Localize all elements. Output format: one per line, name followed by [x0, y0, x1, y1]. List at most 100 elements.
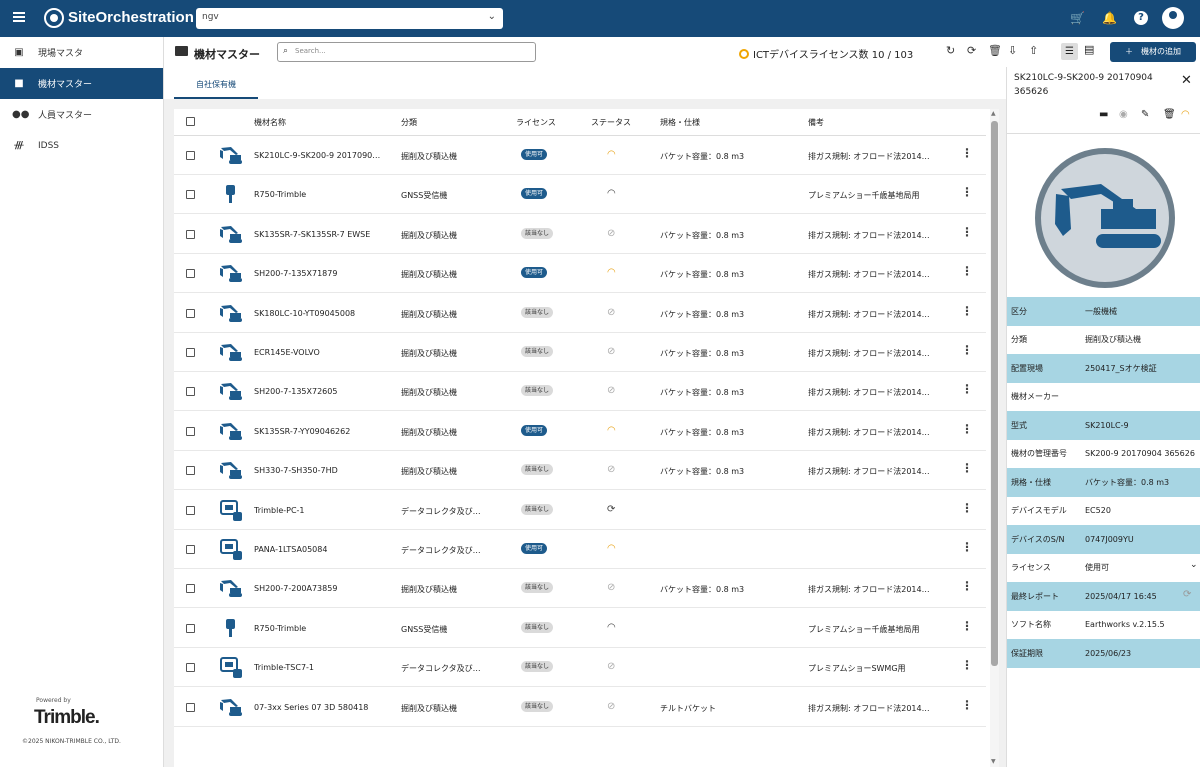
help-icon[interactable]: ? — [1134, 11, 1148, 25]
sidebar-item-sites[interactable]: ▣ 現場マスタ — [0, 37, 163, 68]
more-options-icon[interactable]: ⋮ — [961, 580, 973, 592]
row-checkbox[interactable] — [186, 663, 195, 673]
table-row[interactable]: R750-Trimble GNSS受信機 該当なし ◠ プレミアムショー千歳基地局用 ⋮ — [174, 609, 986, 648]
detail-key: 保証期限 — [1011, 648, 1043, 658]
more-options-icon[interactable]: ⋮ — [961, 305, 973, 317]
equipment-name[interactable]: ECR145E-VOLVO — [254, 348, 390, 357]
list-view-icon[interactable]: ☰ — [1061, 43, 1078, 60]
table-row[interactable]: SH200-7-200A73859 掘削及び積込機 該当なし ⊘ バケット容量：0.8 … — [174, 569, 986, 609]
row-checkbox[interactable] — [186, 584, 195, 594]
equipment-name[interactable]: SK135SR-7-YY09046262 — [254, 427, 390, 436]
row-checkbox[interactable] — [186, 505, 195, 515]
row-checkbox[interactable] — [186, 545, 195, 554]
table-row[interactable]: SK135SR-7-YY09046262 掘削及び積込機 使用可 ◠ バケット容量：0.… — [174, 412, 986, 451]
table-row[interactable]: SK210LC-9-SK200-9 2017090… 掘削及び積込機 使用可 ◠ バケッ… — [174, 136, 986, 175]
row-checkbox[interactable] — [186, 426, 195, 436]
equipment-name[interactable]: SK180LC-10-YT09045008 — [254, 309, 390, 318]
equipment-name[interactable]: R750-Trimble — [254, 624, 390, 633]
sidebar-item-personnel[interactable]: ●● 人員マスター — [0, 99, 163, 130]
location-icon[interactable]: ◉ — [1119, 109, 1128, 120]
folder-icon[interactable]: ▬ — [1099, 109, 1108, 120]
equipment-name[interactable]: Trimble-TSC7-1 — [254, 663, 390, 672]
scroll-up-icon[interactable]: ▲ — [991, 110, 996, 117]
license-badge: 該当なし — [521, 621, 554, 633]
equipment-remark: 排ガス規制: オフロード法2014… — [808, 585, 930, 595]
equipment-name[interactable]: SH200-7-200A73859 — [254, 584, 390, 593]
sidebar-item-idss[interactable]: ᚍ IDSS — [0, 130, 163, 161]
project-select[interactable]: ngv ⌄ — [196, 8, 503, 29]
row-checkbox[interactable] — [186, 466, 195, 476]
table-row[interactable]: R750-Trimble GNSS受信機 使用可 ◠ プレミアムショー千歳基地局用 ⋮ — [174, 175, 986, 215]
more-options-icon[interactable]: ⋮ — [961, 344, 973, 356]
table-row[interactable]: ECR145E-VOLVO 掘削及び積込機 該当なし ⊘ バケット容量：0.8 m3 排ガ… — [174, 333, 986, 372]
select-all-checkbox[interactable] — [186, 117, 195, 126]
more-options-icon[interactable]: ⋮ — [961, 423, 973, 435]
row-checkbox[interactable] — [186, 702, 195, 712]
equipment-name[interactable]: R750-Trimble — [254, 190, 390, 199]
add-equipment-button[interactable]: ＋ 機材の追加 — [1110, 42, 1196, 62]
equipment-name[interactable]: 07-3xx Series 07 3D 580418 — [254, 703, 390, 712]
more-options-icon[interactable]: ⋮ — [961, 659, 973, 671]
table-row[interactable]: Trimble-TSC7-1 データコレクタ及び… 該当なし ⊘ プレミアムショーSWM… — [174, 648, 986, 688]
more-options-icon[interactable]: ⋮ — [961, 462, 973, 474]
row-checkbox[interactable] — [186, 151, 195, 160]
equipment-name[interactable]: SH200-7-135X72605 — [254, 387, 390, 396]
equipment-name[interactable]: SK210LC-9-SK200-9 2017090… — [254, 151, 390, 160]
more-options-icon[interactable]: ⋮ — [961, 502, 973, 514]
more-options-icon[interactable]: ⋮ — [961, 226, 973, 238]
more-options-icon[interactable]: ⋮ — [961, 383, 973, 395]
map-view-icon[interactable]: ▤ — [1084, 43, 1094, 56]
cart-icon[interactable]: 🛒 — [1070, 11, 1085, 25]
license-badge: 該当なし — [521, 385, 554, 397]
row-checkbox[interactable] — [186, 387, 195, 397]
table-row[interactable]: SH200-7-135X72605 掘削及び積込機 該当なし ⊘ バケット容量：0.8 … — [174, 372, 986, 412]
table-row[interactable]: Trimble-PC-1 データコレクタ及び… 該当なし ⟳ ⋮ — [174, 491, 986, 530]
sync-icon[interactable]: ⟳ — [967, 44, 976, 57]
search-input[interactable]: ⌕ Search... — [277, 42, 536, 62]
scroll-down-icon[interactable]: ▼ — [991, 758, 996, 765]
tab-owned-equipment[interactable]: 自社保有機 — [174, 75, 258, 99]
equipment-name[interactable]: SK135SR-7-SK135SR-7 EWSE — [254, 230, 390, 239]
table-row[interactable]: SH330-7-SH350-7HD 掘削及び積込機 該当なし ⊘ バケット容量：0.8 … — [174, 451, 986, 491]
refresh-icon[interactable]: ↻ — [946, 44, 955, 57]
row-checkbox[interactable] — [186, 229, 195, 239]
detail-panel: SK210LC-9-SK200-9 20170904 365626 ✕ ▬ ◉ … — [1006, 67, 1200, 767]
row-checkbox[interactable] — [186, 190, 195, 200]
equipment-name[interactable]: PANA-1LTSA05084 — [254, 545, 390, 554]
gnss-icon — [219, 618, 243, 638]
more-options-icon[interactable]: ⋮ — [961, 620, 973, 632]
table-row[interactable]: SH200-7-135X71879 掘削及び積込機 使用可 ◠ バケット容量：0.8 m… — [174, 254, 986, 294]
table-row[interactable]: PANA-1LTSA05084 データコレクタ及び… 使用可 ◠ ⋮ — [174, 530, 986, 569]
equipment-name[interactable]: SH330-7-SH350-7HD — [254, 466, 390, 475]
more-options-icon[interactable]: ⋮ — [961, 186, 973, 198]
edit-icon[interactable]: ✎ — [1141, 109, 1149, 120]
brand-name: SiteOrchestration — [68, 9, 194, 26]
equipment-name[interactable]: Trimble-PC-1 — [254, 506, 390, 515]
sidebar-item-equipment[interactable]: ■ 機材マスター — [0, 68, 163, 99]
table-row[interactable]: SK180LC-10-YT09045008 掘削及び積込機 該当なし ⊘ バケット容量：… — [174, 294, 986, 333]
user-avatar-icon[interactable] — [1162, 7, 1184, 29]
table-row[interactable]: SK135SR-7-SK135SR-7 EWSE 掘削及び積込機 該当なし ⊘ バケット… — [174, 215, 986, 254]
row-checkbox[interactable] — [186, 308, 195, 318]
scrollbar[interactable]: ▲ ▼ — [990, 109, 999, 767]
menu-icon[interactable] — [13, 12, 25, 22]
row-checkbox[interactable] — [186, 623, 195, 633]
more-options-icon[interactable]: ⋮ — [961, 699, 973, 711]
delete-icon[interactable]: 🗑 — [988, 44, 1002, 57]
delete-icon[interactable]: 🗑 — [1163, 109, 1176, 120]
close-icon[interactable]: ✕ — [1181, 73, 1192, 88]
bell-icon[interactable]: 🔔 — [1102, 11, 1117, 25]
row-checkbox[interactable] — [186, 348, 195, 357]
equipment-name[interactable]: SH200-7-135X71879 — [254, 269, 390, 278]
download-icon[interactable]: ⇩ — [1008, 44, 1017, 57]
scrollbar-thumb[interactable] — [991, 121, 998, 666]
upload-icon[interactable]: ⇧ — [1029, 44, 1038, 57]
table-row[interactable]: 07-3xx Series 07 3D 580418 掘削及び積込機 該当なし ⊘ チル… — [174, 688, 986, 727]
more-options-icon[interactable]: ⋮ — [961, 541, 973, 553]
more-options-icon[interactable]: ⋮ — [961, 265, 973, 277]
more-options-icon[interactable]: ⋮ — [961, 147, 973, 159]
refresh-icon[interactable]: ⟳ — [1183, 589, 1191, 600]
row-checkbox[interactable] — [186, 269, 195, 279]
chevron-down-icon[interactable]: ⌄ — [1190, 560, 1198, 570]
folder-icon: ▣ — [14, 46, 24, 58]
